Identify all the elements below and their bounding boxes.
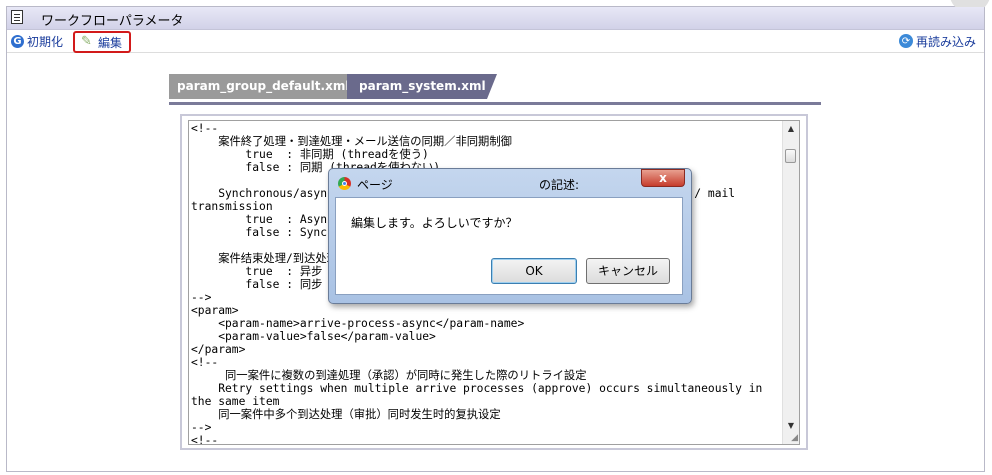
page-title: ワークフローパラメータ — [41, 14, 184, 29]
cancel-button[interactable]: キャンセル — [586, 258, 670, 284]
reload-label: 再読み込み — [915, 34, 976, 49]
reload-button[interactable]: ⟳ 再読み込み — [898, 32, 976, 50]
dialog-close-button[interactable]: x — [641, 169, 685, 187]
dialog-body: 編集します。よろしいですか？ OK キャンセル — [335, 197, 683, 295]
dialog-title: ページ — [357, 178, 393, 192]
tab-param-group-default[interactable]: param_group_default.xml — [169, 74, 357, 99]
initialize-button[interactable]: G 初期化 — [11, 32, 63, 50]
initialize-label: 初期化 — [27, 34, 64, 49]
file-tabs: param_group_default.xml param_system.xml — [169, 74, 821, 105]
scroll-down-icon[interactable]: ▼ — [783, 418, 799, 434]
scroll-up-icon[interactable]: ▲ — [783, 121, 799, 137]
chrome-icon — [338, 177, 351, 190]
edit-label: 編集 — [98, 35, 123, 50]
dialog-message: 編集します。よろしいですか？ — [351, 216, 518, 230]
resize-grip-icon[interactable]: ◢ — [791, 433, 798, 443]
feather-pen-icon: ✎ — [81, 34, 92, 49]
reload-icon: ⟳ — [898, 34, 913, 48]
tab-param-system[interactable]: param_system.xml — [347, 74, 497, 99]
toolbar: G 初期化 ✎ 編集 ⟳ 再読み込み — [7, 30, 984, 53]
dialog-title-suffix: の記述: — [539, 178, 580, 192]
scroll-thumb[interactable] — [785, 149, 796, 163]
title-bar: ワークフローパラメータ — [7, 7, 984, 30]
vertical-scrollbar[interactable]: ▲ ▼ — [782, 121, 799, 444]
document-icon — [11, 10, 23, 24]
refresh-g-icon: G — [11, 34, 24, 48]
confirm-dialog: ページ の記述: x 編集します。よろしいですか？ OK キャンセル — [328, 168, 692, 304]
ok-button[interactable]: OK — [491, 258, 577, 284]
edit-button[interactable]: ✎ 編集 — [73, 31, 131, 53]
